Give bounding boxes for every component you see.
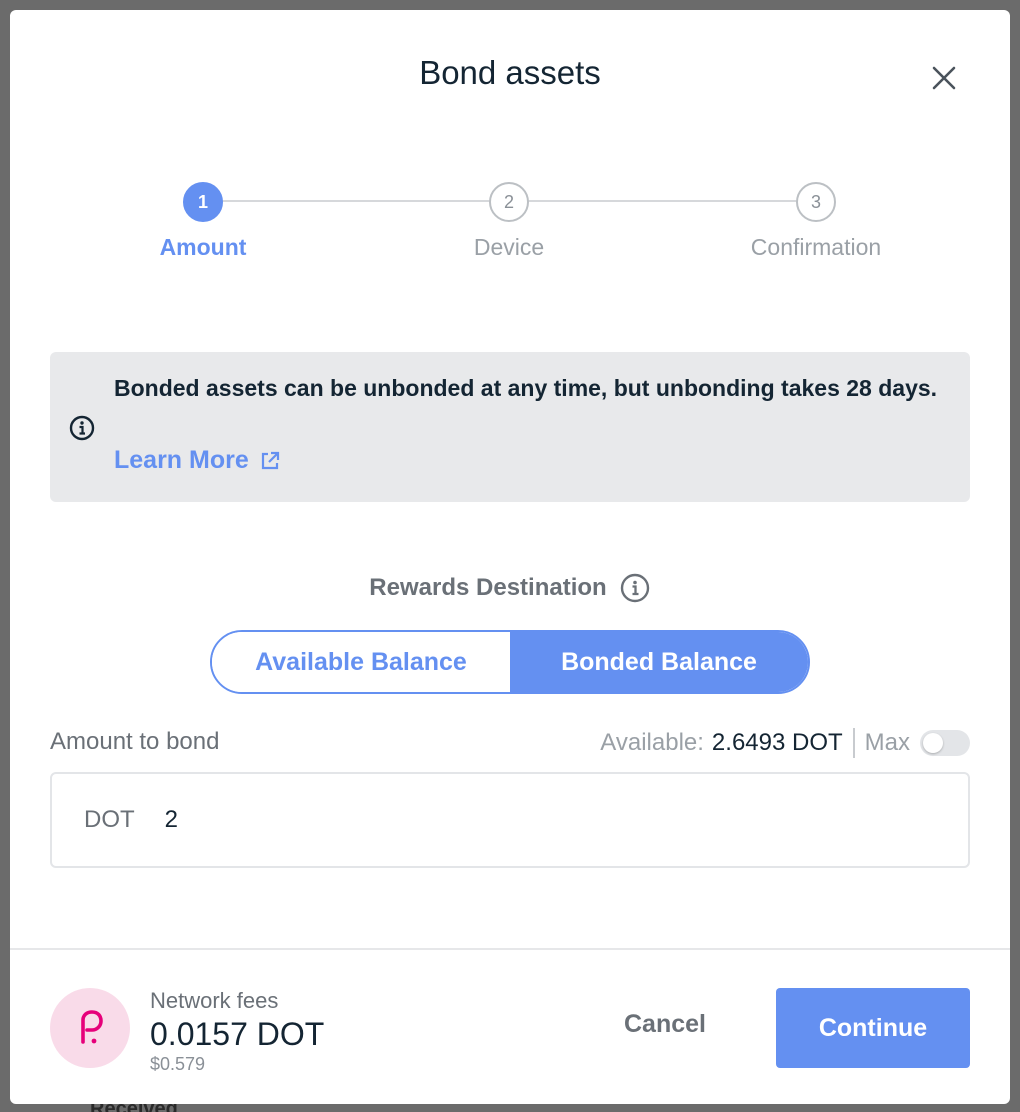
amount-to-bond-label: Amount to bond — [50, 728, 220, 755]
divider — [852, 728, 855, 758]
rewards-destination-text: Rewards Destination — [369, 574, 607, 601]
amount-field[interactable]: DOT — [50, 772, 970, 868]
modal-footer: Network fees 0.0157 DOT $0.579 Cancel Co… — [10, 948, 1010, 1104]
external-link-icon — [261, 451, 279, 469]
bonded-balance-option[interactable]: Bonded Balance — [510, 632, 808, 692]
step-number: 3 — [796, 182, 836, 222]
learn-more-link[interactable]: Learn More — [114, 446, 281, 475]
modal-header: Bond assets — [10, 10, 1010, 140]
max-toggle-knob — [923, 733, 943, 753]
step-number: 1 — [183, 182, 223, 222]
network-fees-fiat: $0.579 — [150, 1054, 206, 1074]
continue-button[interactable]: Continue — [776, 988, 970, 1068]
step-confirmation: 3 Confirmation — [686, 182, 946, 261]
info-banner: Bonded assets can be unbonded at any tim… — [50, 352, 970, 502]
info-text: Bonded assets can be unbonded at any tim… — [114, 375, 938, 401]
max-toggle[interactable] — [920, 730, 970, 756]
step-amount: 1 Amount — [73, 182, 333, 261]
polkadot-icon — [50, 988, 130, 1068]
close-icon — [932, 66, 956, 90]
step-device: 2 Device — [379, 182, 639, 261]
available-value: 2.6493 DOT — [711, 729, 843, 756]
rewards-destination-label: Rewards Destination — [10, 572, 1010, 604]
modal-title: Bond assets — [419, 54, 601, 91]
cancel-button[interactable]: Cancel — [624, 1010, 706, 1039]
step-label: Amount — [159, 234, 247, 260]
network-fees-label: Network fees — [150, 988, 279, 1013]
amount-unit: DOT — [84, 806, 135, 833]
stepper: 1 Amount 2 Device 3 Confirmation — [10, 182, 1010, 282]
available-balance-option[interactable]: Available Balance — [212, 632, 510, 692]
bond-assets-modal: Bond assets 1 Amount 2 Device 3 Confirma… — [10, 10, 1010, 1104]
network-fees-value: 0.0157 DOT — [150, 1016, 325, 1052]
close-button[interactable] — [926, 60, 962, 96]
max-label: Max — [864, 729, 910, 756]
step-number: 2 — [489, 182, 529, 222]
learn-more-label: Learn More — [114, 446, 249, 474]
step-label: Device — [473, 234, 545, 260]
step-label: Confirmation — [750, 234, 882, 260]
available-key: Available: — [600, 729, 704, 756]
info-icon — [69, 415, 95, 441]
rewards-destination-toggle: Available Balance Bonded Balance — [210, 630, 810, 694]
amount-input[interactable] — [164, 806, 865, 834]
available-balance-row: Available: 2.6493 DOT Max — [600, 728, 970, 758]
info-icon[interactable] — [619, 572, 651, 604]
